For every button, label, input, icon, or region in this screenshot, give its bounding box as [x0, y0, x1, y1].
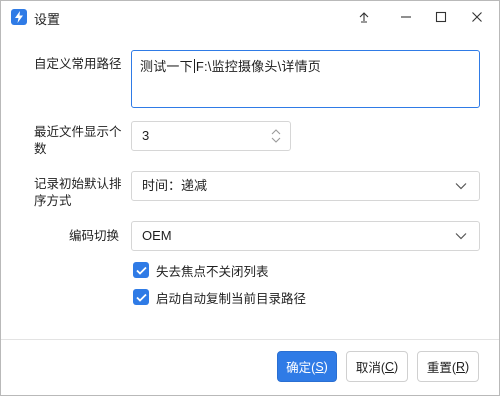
- sort-order-selected: 时间：递减: [142, 178, 208, 193]
- minimize-icon: [401, 16, 411, 18]
- checkmark-icon: [135, 266, 147, 275]
- keep-list-open-label: 失去焦点不关闭列表: [156, 264, 269, 279]
- keep-list-open-checkbox[interactable]: [133, 262, 149, 278]
- cancel-button-label: 取消(: [355, 361, 385, 375]
- checkmark-icon: [135, 293, 147, 302]
- minimize-button[interactable]: [386, 1, 426, 33]
- encoding-label: 编码切换: [69, 229, 120, 243]
- app-lightning-icon: [11, 9, 27, 25]
- cancel-button-suffix: ): [394, 359, 399, 374]
- spin-up-down-icon[interactable]: [270, 127, 282, 145]
- ok-button-suffix: ): [323, 359, 328, 374]
- reset-button-suffix: ): [465, 359, 470, 374]
- close-button[interactable]: [457, 1, 497, 33]
- option-auto-copy-path[interactable]: 启动自动复制当前目录路径: [133, 289, 307, 306]
- cancel-button[interactable]: 取消(C): [346, 351, 408, 382]
- common-path-textarea[interactable]: 测试一下 F:\监控摄像头\详情页: [131, 50, 480, 108]
- auto-copy-path-checkbox[interactable]: [133, 289, 149, 305]
- cancel-button-hotkey: C: [384, 359, 395, 374]
- recent-files-spinbox[interactable]: 3: [131, 121, 291, 151]
- common-path-text-before: 测试一下: [140, 59, 193, 74]
- ok-button-hotkey: S: [315, 359, 324, 374]
- pin-button[interactable]: [344, 1, 384, 33]
- sort-order-label: 记录初始默认排序方式: [34, 177, 122, 208]
- common-path-label: 自定义常用路径: [34, 57, 122, 71]
- encoding-selected: OEM: [142, 228, 172, 243]
- sort-order-dropdown[interactable]: 时间：递减: [131, 171, 480, 201]
- close-icon: [472, 12, 482, 22]
- auto-copy-path-label: 启动自动复制当前目录路径: [156, 291, 307, 306]
- maximize-icon: [435, 11, 447, 23]
- encoding-dropdown[interactable]: OEM: [131, 221, 480, 251]
- title-bar[interactable]: 设置: [1, 1, 499, 33]
- window-title: 设置: [34, 12, 61, 27]
- recent-files-label: 最近文件显示个数: [34, 125, 122, 156]
- common-path-text-after: F:\监控摄像头\详情页: [195, 59, 321, 74]
- text-caret: [193, 59, 195, 73]
- reset-button-label: 重置(: [426, 361, 456, 375]
- settings-window: 设置 自定义常用路径 测试一下 F:\监控摄像头\详情页 最近文件显示个数 3 …: [0, 0, 500, 396]
- option-keep-list-open[interactable]: 失去焦点不关闭列表: [133, 262, 269, 279]
- chevron-down-icon: [455, 183, 467, 190]
- pin-icon: [359, 12, 369, 23]
- footer-divider: [1, 339, 499, 340]
- ok-button-label: 确定(: [286, 361, 316, 375]
- reset-button[interactable]: 重置(R): [417, 351, 479, 382]
- ok-button[interactable]: 确定(S): [277, 351, 337, 382]
- recent-files-value: 3: [142, 128, 150, 143]
- maximize-button[interactable]: [421, 1, 461, 33]
- reset-button-hotkey: R: [455, 359, 466, 374]
- chevron-down-icon: [455, 233, 467, 240]
